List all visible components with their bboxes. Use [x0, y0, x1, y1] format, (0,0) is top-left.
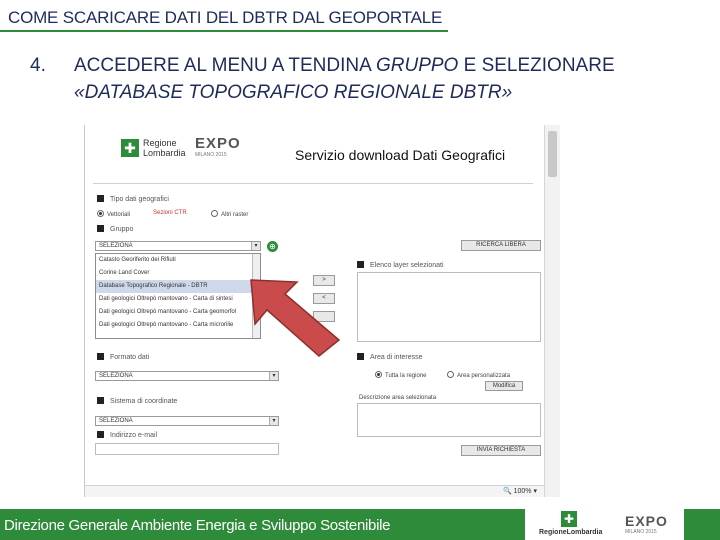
step-text-a: ACCEDERE AL MENU A TENDINA: [74, 55, 376, 76]
logo-text: Regione Lombardia: [143, 138, 186, 158]
gruppo-section: Gruppo: [97, 225, 133, 233]
radio-tutta-regione[interactable]: Tutta la regione: [375, 371, 426, 379]
cross-icon: ✚: [561, 511, 577, 527]
email-field[interactable]: [95, 443, 279, 455]
zoom-level[interactable]: 🔍 100% ▾: [503, 487, 537, 495]
service-title: Servizio download Dati Geografici: [295, 147, 506, 163]
footer-band: Direzione Generale Ambiente Energia e Sv…: [0, 509, 525, 540]
dropdown-item[interactable]: Dati geologici Oltrepò mantovano - Carta…: [96, 319, 260, 332]
footer-expo-logo: EXPO MILANO 2015: [625, 513, 668, 535]
expo-logo: EXPO MILANO 2015: [195, 135, 241, 158]
descrizione-area-label: Descrizione area selezionata: [359, 395, 437, 401]
ricerca-libera-button[interactable]: RICERCA LIBERA: [461, 240, 541, 251]
elenco-layer-section: Elenco layer selezionati: [357, 261, 444, 269]
radio-altri-raster[interactable]: Altri raster: [211, 210, 248, 218]
gruppo-select[interactable]: SELEZIONA ▾: [95, 241, 261, 251]
email-section: Indirizzo e-mail: [97, 431, 157, 439]
descrizione-area-box[interactable]: [357, 403, 541, 437]
radio-sezioni-ctr[interactable]: Sezioni CTR: [153, 210, 187, 216]
step-text-line2: «DATABASE TOPOGRAFICO REGIONALE DBTR»: [74, 82, 513, 103]
step-number: 4.: [30, 55, 46, 76]
sistema-select[interactable]: SELEZIONA ▾: [95, 416, 279, 426]
dropdown-item[interactable]: Dati geologici Oltrepò mantovano - Carta…: [96, 293, 260, 306]
cross-icon: ✚: [121, 139, 139, 157]
modifica-button[interactable]: Modifica: [485, 381, 523, 391]
footer-regione-logo: ✚ RegioneLombardia: [539, 511, 603, 536]
sistema-section: Sistema di coordinate: [97, 397, 177, 405]
formato-section: Formato dati: [97, 353, 149, 361]
chevron-down-icon[interactable]: ▾: [251, 242, 260, 250]
step-instruction: 4. ACCEDERE AL MENU A TENDINA GRUPPO E SE…: [30, 52, 615, 106]
footer: Direzione Generale Ambiente Energia e Sv…: [0, 509, 720, 540]
gruppo-dropdown-list[interactable]: Catasto Georiferito dei Rifiuti Corine L…: [95, 253, 261, 339]
divider: [93, 183, 533, 184]
area-section: Area di interesse: [357, 353, 423, 361]
regione-lombardia-logo: ✚ Regione Lombardia: [121, 135, 191, 163]
pointer-arrow-icon: [250, 279, 341, 357]
tipo-dati-section: Tipo dati geografici: [97, 195, 169, 203]
title-underline: [0, 30, 448, 32]
footer-green-block: [684, 509, 720, 540]
footer-text: Direzione Generale Ambiente Energia e Sv…: [4, 517, 391, 534]
scrollbar-thumb[interactable]: [548, 131, 557, 177]
scrollbar[interactable]: [544, 125, 560, 497]
slide-title: COME SCARICARE DATI DEL DBTR DAL GEOPORT…: [8, 8, 443, 27]
status-bar: 🔍 100% ▾: [85, 485, 545, 497]
radio-area-personalizzata[interactable]: Area personalizzata: [447, 371, 510, 379]
chevron-down-icon[interactable]: ▾: [269, 417, 278, 425]
dropdown-item[interactable]: Catasto Georiferito dei Rifiuti: [96, 254, 260, 267]
radio-vettoriali[interactable]: Vettoriali: [97, 210, 130, 218]
chevron-down-icon[interactable]: ▾: [269, 372, 278, 380]
invia-richiesta-button[interactable]: INVIA RICHIESTA: [461, 445, 541, 456]
dropdown-item-dbtr[interactable]: Database Topografico Regionale - DBTR: [96, 280, 260, 293]
dropdown-item[interactable]: Corine Land Cover: [96, 267, 260, 280]
step-text-emphasis: GRUPPO: [375, 55, 459, 76]
dropdown-item[interactable]: Dati geologici Oltrepò mantovano - Carta…: [96, 306, 260, 319]
step-text-c: E SELEZIONARE: [458, 55, 615, 76]
formato-select[interactable]: SELEZIONA ▾: [95, 371, 279, 381]
layer-list-box[interactable]: [357, 272, 541, 342]
add-icon[interactable]: ⊕: [267, 241, 278, 252]
